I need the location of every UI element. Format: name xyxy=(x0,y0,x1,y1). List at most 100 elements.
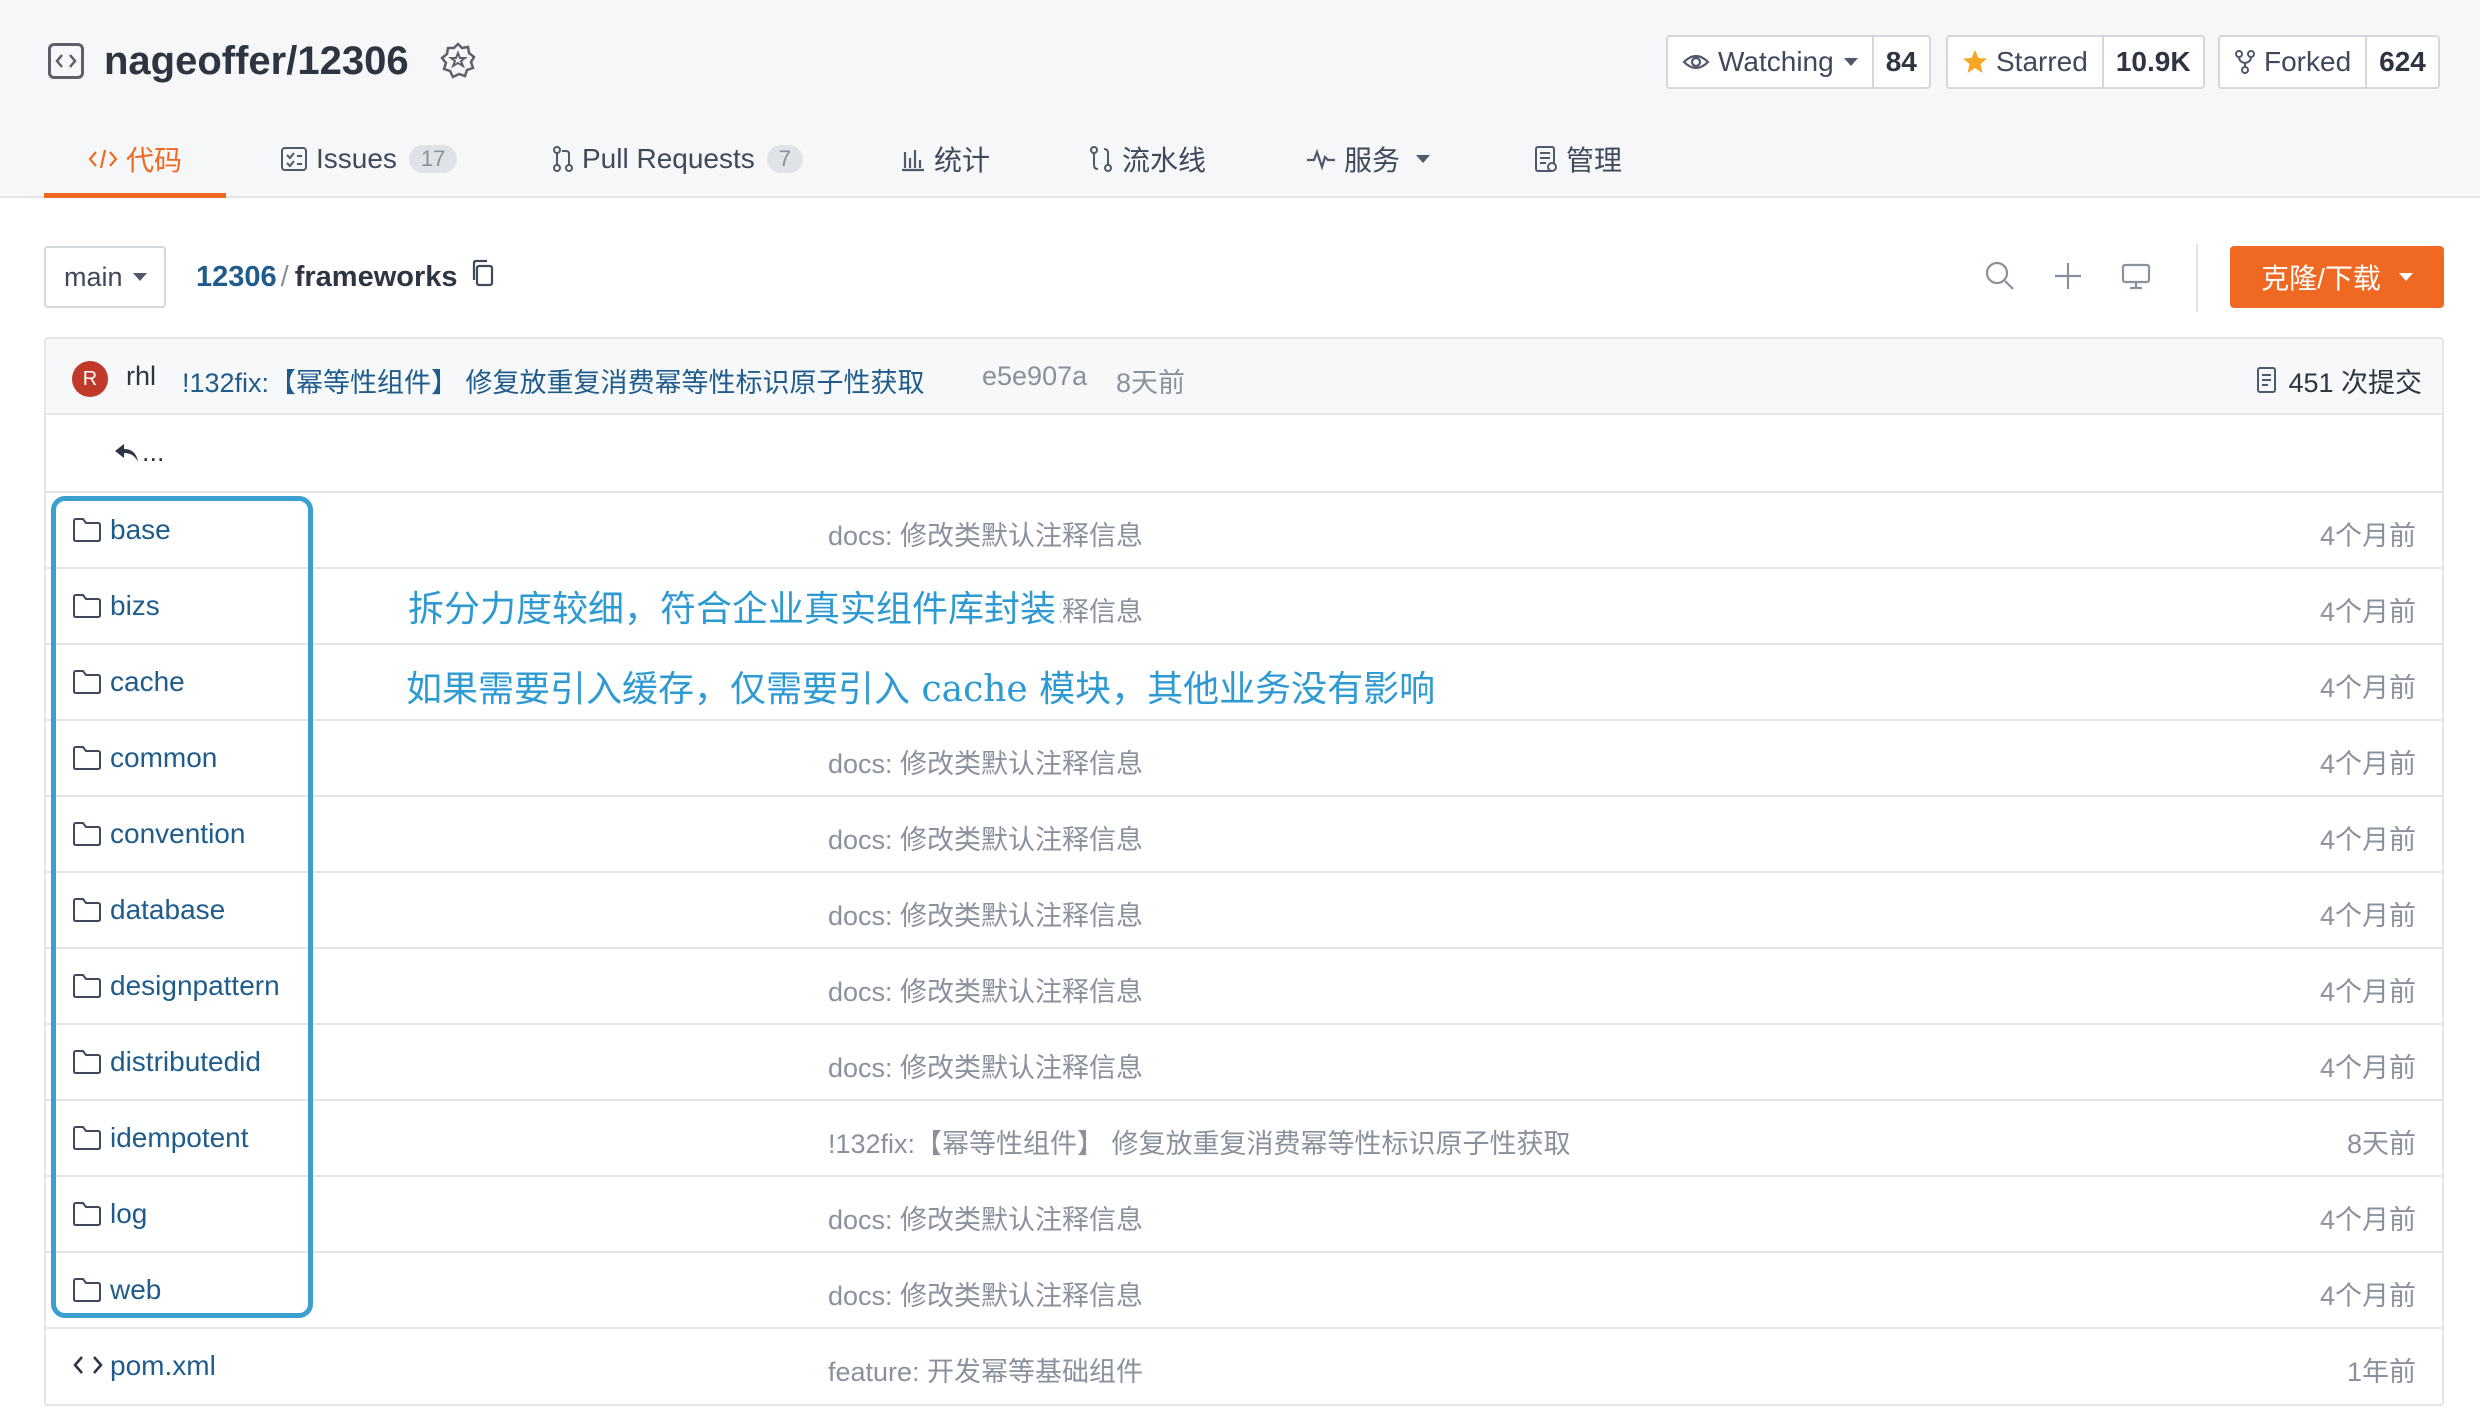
breadcrumb-separator: / xyxy=(280,260,289,293)
tab-pipeline-label: 流水线 xyxy=(1122,145,1207,176)
file-time: 4个月前 xyxy=(2319,1205,2416,1235)
commit-count-label: 451 次提交 xyxy=(2288,368,2422,398)
pipeline-icon xyxy=(1090,146,1112,172)
annotation-note-2: 如果需要引入缓存，仅需要引入 cache 模块，其他业务没有影响 xyxy=(402,660,1440,712)
pull-request-icon xyxy=(553,146,573,172)
file-time: 8天前 xyxy=(2346,1129,2416,1159)
table-row[interactable]: convention docs: 修改类默认注释信息 4个月前 xyxy=(46,795,2442,871)
search-icon[interactable] xyxy=(1984,260,2016,297)
file-time: 4个月前 xyxy=(2319,825,2416,855)
latest-commit-bar: R rhl !132fix:【幂等性组件】 修复放重复消费幂等性标识原子性获取 … xyxy=(46,339,2442,415)
table-row[interactable]: distributedid docs: 修改类默认注释信息 4个月前 xyxy=(46,1023,2442,1099)
star-button[interactable]: Starred xyxy=(1948,37,2104,87)
tab-stats[interactable]: 统计 xyxy=(900,120,990,198)
file-commit-link[interactable]: docs: 修改类默认注释信息 xyxy=(828,1198,1143,1237)
commit-sha-link[interactable]: e5e907a xyxy=(982,361,1087,392)
tab-services-label: 服务 xyxy=(1344,145,1401,176)
file-commit-link[interactable]: docs: 修改类默认注释信息 xyxy=(828,1046,1143,1085)
commit-history-link[interactable]: 451 次提交 xyxy=(2256,361,2422,400)
tab-issues[interactable]: Issues 17 xyxy=(280,120,458,198)
table-row[interactable]: pom.xml feature: 开发幂等基础组件 1年前 xyxy=(46,1327,2442,1403)
commit-message-link[interactable]: !132fix:【幂等性组件】 修复放重复消费幂等性标识原子性获取 xyxy=(182,361,925,400)
back-arrow-icon xyxy=(115,443,138,462)
table-row[interactable]: database docs: 修改类默认注释信息 4个月前 xyxy=(46,871,2442,947)
file-list: R rhl !132fix:【幂等性组件】 修复放重复消费幂等性标识原子性获取 … xyxy=(44,337,2444,1406)
star-counter[interactable]: Starred 10.9K xyxy=(1946,35,2205,89)
clone-download-button[interactable]: 克隆/下载 xyxy=(2230,246,2444,308)
table-row[interactable]: designpattern docs: 修改类默认注释信息 4个月前 xyxy=(46,947,2442,1023)
tab-manage[interactable]: 管理 xyxy=(1534,120,1622,198)
tab-issues-label: Issues xyxy=(316,143,397,174)
tab-pipeline[interactable]: 流水线 xyxy=(1088,120,1206,198)
repo-name-link[interactable]: nageoffer/12306 xyxy=(104,39,409,84)
table-row[interactable]: log docs: 修改类默认注释信息 4个月前 xyxy=(46,1175,2442,1251)
fork-button[interactable]: Forked xyxy=(2220,37,2368,87)
tab-code-label: 代码 xyxy=(126,145,183,176)
file-time: 4个月前 xyxy=(2319,901,2416,931)
fork-counter[interactable]: Forked 624 xyxy=(2218,35,2440,89)
clone-download-label: 克隆/下载 xyxy=(2261,263,2381,294)
star-label: Starred xyxy=(1996,46,2088,77)
tab-pull-requests-label: Pull Requests xyxy=(582,143,755,174)
repo-icon xyxy=(48,43,84,79)
file-commit-link[interactable]: !132fix:【幂等性组件】 修复放重复消费幂等性标识原子性获取 xyxy=(828,1122,1571,1161)
star-count[interactable]: 10.9K xyxy=(2104,37,2203,87)
fork-count[interactable]: 624 xyxy=(2367,37,2438,87)
certified-badge-icon xyxy=(439,41,477,81)
chart-icon xyxy=(902,150,924,172)
toolbar-divider xyxy=(2196,244,2198,312)
table-row[interactable]: idempotent !132fix:【幂等性组件】 修复放重复消费幂等性标识原子… xyxy=(46,1099,2442,1175)
parent-directory-row[interactable]: ... xyxy=(46,415,2442,491)
table-row[interactable]: base docs: 修改类默认注释信息 4个月前 xyxy=(46,491,2442,567)
repo-title: nageoffer/12306 xyxy=(48,36,477,86)
file-commit-link[interactable]: docs: 修改类默认注释信息 xyxy=(828,514,1143,553)
breadcrumb-current-dir: frameworks xyxy=(294,260,458,293)
issues-count-badge: 17 xyxy=(408,145,458,173)
fork-icon xyxy=(2235,50,2255,74)
watch-button[interactable]: Watching xyxy=(1668,37,1874,87)
file-commit-link[interactable]: docs: 修改类默认注释信息 xyxy=(828,742,1143,781)
file-time: 4个月前 xyxy=(2319,597,2416,627)
tab-services[interactable]: 服务 xyxy=(1306,120,1431,198)
file-time: 4个月前 xyxy=(2319,1053,2416,1083)
pull-requests-count-badge: 7 xyxy=(766,145,804,173)
file-time: 1年前 xyxy=(2346,1357,2416,1387)
commit-author-link[interactable]: rhl xyxy=(126,361,156,392)
file-commit-link[interactable]: docs: 修改类默认注释信息 xyxy=(828,894,1143,933)
file-time: 4个月前 xyxy=(2319,749,2416,779)
file-time: 4个月前 xyxy=(2319,673,2416,703)
add-file-icon[interactable] xyxy=(2052,260,2084,297)
parent-directory-link[interactable]: ... xyxy=(112,437,165,468)
commit-time: 8天前 xyxy=(1116,368,1186,398)
copy-icon[interactable] xyxy=(470,258,496,296)
file-time: 4个月前 xyxy=(2319,521,2416,551)
file-name-link[interactable]: pom.xml xyxy=(110,1350,216,1382)
tab-code[interactable]: 代码 xyxy=(44,120,227,198)
tab-stats-label: 统计 xyxy=(934,145,991,176)
avatar[interactable]: R xyxy=(72,361,108,397)
file-commit-link[interactable]: feature: 开发幂等基础组件 xyxy=(828,1350,1143,1389)
file-commit-link[interactable]: docs: 修改类默认注释信息 xyxy=(828,1274,1143,1313)
breadcrumb-repo-link[interactable]: 12306 xyxy=(196,261,277,294)
table-row[interactable]: web docs: 修改类默认注释信息 4个月前 xyxy=(46,1251,2442,1327)
eye-icon xyxy=(1682,54,1710,70)
web-ide-icon[interactable] xyxy=(2120,260,2152,297)
file-time: 4个月前 xyxy=(2319,1281,2416,1311)
pulse-icon xyxy=(1307,148,1335,171)
file-commit-link[interactable]: docs: 修改类默认注释信息 xyxy=(828,818,1143,857)
code-icon xyxy=(88,149,118,169)
watch-counter[interactable]: Watching 84 xyxy=(1666,35,1931,89)
history-icon xyxy=(2257,366,2277,393)
watch-count[interactable]: 84 xyxy=(1874,37,1929,87)
folder-highlight-box xyxy=(51,496,313,1318)
table-row[interactable]: common docs: 修改类默认注释信息 4个月前 xyxy=(46,719,2442,795)
file-commit-link[interactable]: docs: 修改类默认注释信息 xyxy=(828,970,1143,1009)
file-time: 4个月前 xyxy=(2319,977,2416,1007)
chevron-down-icon xyxy=(1843,58,1858,66)
tab-pull-requests[interactable]: Pull Requests 7 xyxy=(552,120,804,198)
fork-label: Forked xyxy=(2264,46,2352,77)
repo-header: nageoffer/12306 Watching 84 Starred 10.9… xyxy=(0,0,2480,198)
chevron-down-icon xyxy=(2398,273,2413,281)
branch-select[interactable]: main xyxy=(44,246,166,308)
code-file-icon xyxy=(72,1353,104,1382)
